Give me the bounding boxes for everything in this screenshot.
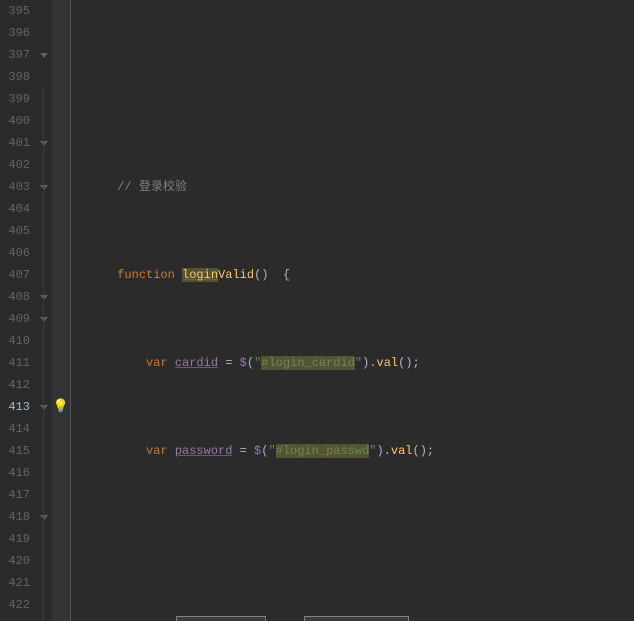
line-number: 403 [0,176,30,198]
line-number: 417 [0,484,30,506]
line-number: 414 [0,418,30,440]
fold-toggle-icon[interactable] [40,141,48,146]
line-number-current: 413 [0,396,30,418]
line-number: 402 [0,154,30,176]
code-editor[interactable]: 395 396 397 398 399 400 401 402 403 404 … [0,0,634,621]
line-number: 416 [0,462,30,484]
fold-toggle-icon[interactable] [40,295,48,300]
line-number: 409 [0,308,30,330]
line-number: 421 [0,572,30,594]
fold-toggle-icon[interactable] [40,317,48,322]
line-number: 399 [0,88,30,110]
line-number: 400 [0,110,30,132]
line-number: 419 [0,528,30,550]
line-number: 406 [0,242,30,264]
line-number: 407 [0,264,30,286]
line-number: 404 [0,198,30,220]
fold-gutter[interactable] [36,0,52,621]
code-area[interactable]: // 登录校验 function loginValid() { var card… [70,0,634,621]
selector-login-passwd: #login_passwd [276,444,370,458]
left-margin-line [70,0,71,621]
selector-login-cardid: #login_cardid [261,356,355,370]
fold-toggle-icon[interactable] [40,185,48,190]
fold-toggle-icon[interactable] [40,405,48,410]
keyword-function: function [117,268,175,282]
fold-toggle-icon[interactable] [40,515,48,520]
fold-toggle-icon[interactable] [40,53,48,58]
comment: // 登录校验 [117,180,187,194]
line-number: 397 [0,44,30,66]
line-number: 408 [0,286,30,308]
line-number-gutter: 395 396 397 398 399 400 401 402 403 404 … [0,0,36,621]
line-number: 412 [0,374,30,396]
var-cardid: cardid [175,356,218,370]
line-number: 405 [0,220,30,242]
line-number: 422 [0,594,30,616]
line-number: 415 [0,440,30,462]
var-password: password [175,444,233,458]
line-number: 411 [0,352,30,374]
line-number: 395 [0,0,30,22]
function-name: login [182,268,218,282]
line-number: 401 [0,132,30,154]
line-number: 423 [0,616,30,621]
intention-bulb-icon[interactable]: 💡 [53,396,69,418]
keyword-var: var [146,356,168,370]
icon-gutter: 💡 [52,0,70,621]
line-number: 410 [0,330,30,352]
line-number: 420 [0,550,30,572]
line-number: 396 [0,22,30,44]
line-number: 418 [0,506,30,528]
line-number: 398 [0,66,30,88]
